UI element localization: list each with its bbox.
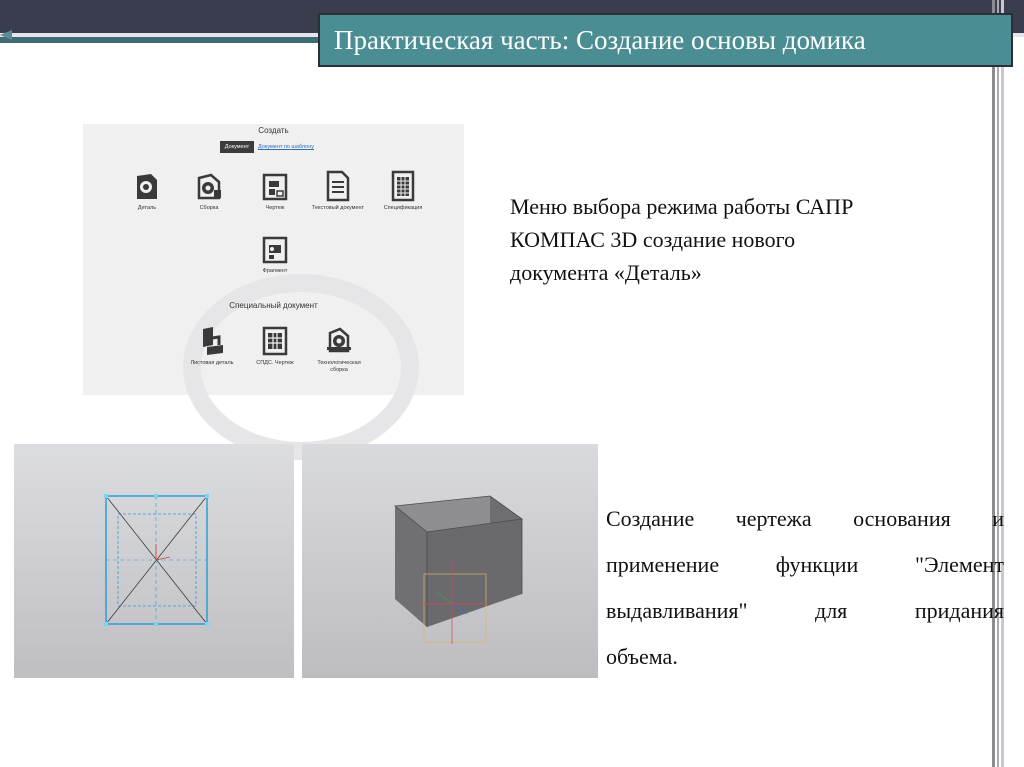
menu-item-specification[interactable]: Спецификация	[373, 170, 433, 212]
special-heading: Специальный документ	[229, 301, 318, 310]
menu-heading: Создать	[258, 126, 289, 135]
menu-item-part[interactable]: Деталь	[117, 172, 177, 212]
spds-drawing-icon	[262, 326, 288, 356]
description-menu: Меню выбора режима работы САПР КОМПАС 3D…	[510, 194, 854, 285]
menu-item-spds-drawing[interactable]: СПДС. Чертеж	[245, 325, 305, 367]
description-line: объема.	[606, 644, 678, 669]
description-line: Создание чертежа основания и	[606, 506, 1004, 531]
tab-template-link[interactable]: Документ по шаблону	[258, 141, 338, 153]
extruded-cube-drawing	[394, 495, 524, 644]
menu-item-label: Текстовый документ	[311, 205, 365, 211]
description-extrusion: Создание чертежа основания и применение …	[606, 496, 1004, 680]
tab-document[interactable]: Документ	[220, 141, 254, 153]
menu-item-label: Спецификация	[383, 205, 423, 211]
text-document-icon	[326, 170, 350, 202]
menu-item-label: Чертеж	[265, 205, 285, 211]
menu-item-assembly[interactable]: Сборка	[179, 172, 239, 212]
accent-notch	[0, 30, 12, 40]
menu-item-text-document[interactable]: Текстовый документ	[308, 170, 368, 212]
slide-title: Практическая часть: Создание основы доми…	[318, 13, 1013, 67]
menu-item-label: Фрагмент	[262, 268, 288, 274]
menu-item-label: Сборка	[199, 205, 219, 211]
menu-item-label: Деталь	[137, 205, 157, 211]
base-sketch-drawing	[104, 494, 209, 626]
fragment-icon	[262, 236, 288, 264]
menu-item-fragment[interactable]: Фрагмент	[245, 235, 305, 275]
menu-item-label: СПДС. Чертеж	[256, 360, 294, 366]
part-icon	[137, 174, 157, 199]
menu-item-label: Технологическая сборка	[317, 360, 361, 373]
sketch-screenshot	[14, 444, 294, 678]
extrusion-screenshot	[302, 444, 598, 678]
sheet-part-icon	[203, 327, 223, 355]
menu-item-sheet-part[interactable]: Листовая деталь	[182, 325, 242, 367]
accent-bar	[0, 37, 320, 43]
menu-item-tech-assembly[interactable]: Технологическая сборка	[309, 325, 369, 374]
menu-item-label: Листовая деталь	[190, 360, 234, 366]
specification-icon	[391, 170, 415, 202]
description-line: выдавливания" для придания	[606, 598, 1004, 623]
assembly-icon	[197, 173, 221, 200]
menu-item-drawing[interactable]: Чертеж	[245, 172, 305, 212]
slide-title-text: Практическая часть: Создание основы доми…	[334, 24, 866, 55]
tech-assembly-icon	[327, 327, 351, 353]
create-menu-screenshot: Создать Документ Документ по шаблону Дет…	[83, 124, 464, 460]
drawing-icon	[262, 173, 288, 201]
description-line: применение функции "Элемент	[606, 552, 1004, 577]
